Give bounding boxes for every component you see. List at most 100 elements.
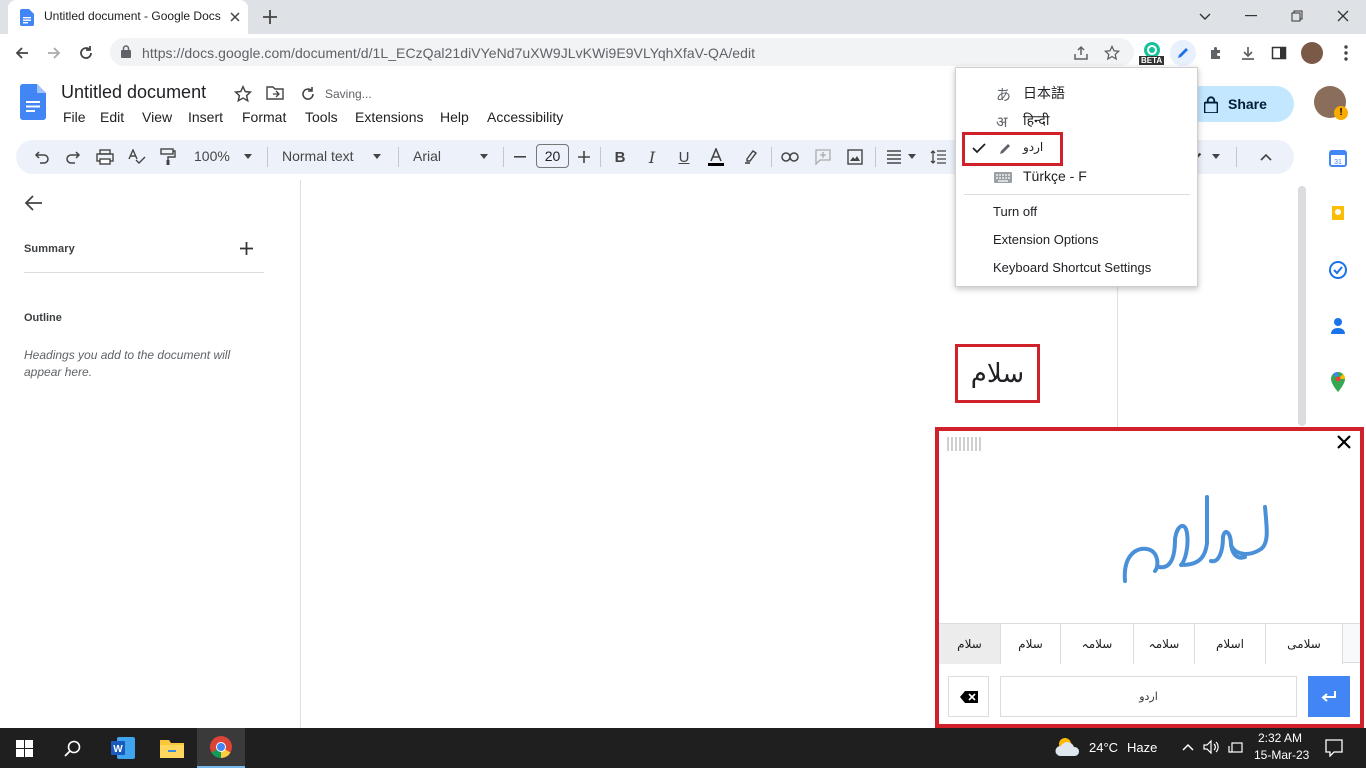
document-title[interactable]: Untitled document	[61, 82, 206, 103]
chevron-down-icon[interactable]	[1212, 154, 1220, 159]
file-explorer-icon[interactable]	[148, 728, 196, 768]
clock-date[interactable]: 15-Mar-23	[1254, 748, 1309, 762]
chevron-up-icon[interactable]	[1182, 743, 1194, 751]
weather-icon[interactable]	[1054, 736, 1082, 758]
hide-menus-chevron-up-icon[interactable]	[1256, 147, 1276, 167]
download-icon[interactable]	[1235, 40, 1261, 66]
side-panel-icon[interactable]	[1266, 40, 1292, 66]
line-spacing-icon[interactable]	[928, 147, 948, 167]
keep-icon[interactable]	[1328, 204, 1348, 224]
style-select[interactable]: Normal text	[282, 148, 354, 164]
menu-help[interactable]: Help	[440, 109, 469, 125]
candidate-option[interactable]: سلام	[939, 624, 1001, 664]
menu-file[interactable]: File	[63, 109, 86, 125]
lock-icon[interactable]	[121, 45, 131, 58]
weather-condition[interactable]: Haze	[1127, 740, 1157, 755]
add-comment-icon[interactable]	[813, 147, 833, 167]
turn-off-option[interactable]: Turn off	[993, 204, 1037, 219]
space-bar[interactable]: اردو	[1000, 676, 1297, 717]
minimize-icon[interactable]	[1228, 0, 1274, 32]
document-scrollbar[interactable]	[1298, 186, 1306, 426]
chevron-down-icon[interactable]	[373, 154, 381, 159]
insert-image-icon[interactable]	[845, 147, 865, 167]
share-page-icon[interactable]	[1068, 40, 1094, 66]
paint-format-icon[interactable]	[158, 147, 178, 167]
forward-icon[interactable]	[42, 41, 66, 65]
extension-options-option[interactable]: Extension Options	[993, 232, 1099, 247]
font-select[interactable]: Arial	[413, 148, 441, 164]
handwriting-canvas[interactable]	[1115, 487, 1275, 587]
restore-icon[interactable]	[1274, 0, 1320, 32]
chrome-menu-icon[interactable]	[1333, 40, 1359, 66]
volume-icon[interactable]	[1203, 740, 1219, 754]
text-color-icon[interactable]	[705, 147, 727, 167]
network-icon[interactable]	[1228, 740, 1244, 754]
extensions-puzzle-icon[interactable]	[1203, 40, 1229, 66]
align-icon[interactable]	[884, 147, 904, 167]
menu-tools[interactable]: Tools	[305, 109, 338, 125]
menu-extensions[interactable]: Extensions	[355, 109, 423, 125]
move-folder-icon[interactable]	[266, 85, 284, 101]
candidate-option[interactable]: سلامی	[1266, 624, 1343, 664]
italic-icon[interactable]: I	[643, 147, 661, 167]
menu-view[interactable]: View	[142, 109, 172, 125]
menu-edit[interactable]: Edit	[100, 109, 124, 125]
language-option-japanese[interactable]: あ 日本語	[956, 78, 1199, 106]
back-icon[interactable]	[10, 41, 34, 65]
reload-icon[interactable]	[74, 41, 98, 65]
maps-icon[interactable]	[1328, 372, 1348, 392]
menu-accessibility[interactable]: Accessibility	[487, 109, 563, 125]
word-app-icon[interactable]: W	[99, 728, 147, 768]
google-docs-logo-icon[interactable]	[20, 84, 46, 120]
tasks-icon[interactable]	[1328, 260, 1348, 280]
zoom-select[interactable]: 100%	[194, 148, 230, 164]
drag-handle[interactable]	[947, 437, 983, 451]
font-size-input[interactable]: 20	[536, 144, 569, 168]
decrease-font-size-icon[interactable]	[512, 147, 528, 167]
candidate-option[interactable]: سلام	[1001, 624, 1061, 664]
underline-icon[interactable]: U	[675, 147, 693, 167]
close-window-icon[interactable]	[1320, 0, 1366, 32]
browser-tab[interactable]: Untitled document - Google Docs	[8, 0, 248, 34]
close-tab-icon[interactable]	[226, 8, 244, 26]
bookmark-star-icon[interactable]	[1099, 40, 1125, 66]
print-icon[interactable]	[95, 147, 115, 167]
spellcheck-icon[interactable]	[127, 147, 147, 167]
calendar-icon[interactable]: 31	[1328, 148, 1348, 168]
redo-icon[interactable]	[63, 147, 83, 167]
chrome-app-icon[interactable]	[197, 728, 245, 768]
tab-search-icon[interactable]	[1182, 0, 1228, 32]
add-summary-icon[interactable]	[240, 242, 253, 255]
input-tools-pencil-icon[interactable]	[1170, 40, 1196, 66]
new-tab-icon[interactable]	[260, 7, 280, 27]
chevron-down-icon[interactable]	[244, 154, 252, 159]
menu-insert[interactable]: Insert	[188, 109, 223, 125]
increase-font-size-icon[interactable]	[576, 147, 592, 167]
candidate-option[interactable]: سلامہ	[1061, 624, 1134, 664]
highlight-color-icon[interactable]	[741, 147, 761, 167]
contacts-icon[interactable]	[1328, 316, 1348, 336]
backspace-button[interactable]	[948, 676, 989, 717]
windows-start-icon[interactable]	[0, 728, 48, 768]
enter-button[interactable]	[1308, 676, 1350, 717]
language-option-hindi[interactable]: अ हिन्दी	[956, 106, 1199, 134]
profile-avatar[interactable]	[1299, 40, 1325, 66]
chevron-down-icon[interactable]	[480, 154, 488, 159]
star-document-icon[interactable]	[234, 85, 252, 103]
share-button[interactable]: Share	[1184, 86, 1294, 122]
candidate-option[interactable]: سلامہ	[1134, 624, 1195, 664]
language-option-turkish[interactable]: Türkçe - F	[956, 163, 1199, 191]
weather-temperature[interactable]: 24°C	[1089, 740, 1118, 755]
insert-link-icon[interactable]	[780, 147, 800, 167]
menu-format[interactable]: Format	[242, 109, 286, 125]
undo-icon[interactable]	[32, 147, 52, 167]
keyboard-shortcut-settings-option[interactable]: Keyboard Shortcut Settings	[993, 260, 1151, 275]
clock-time[interactable]: 2:32 AM	[1258, 731, 1302, 745]
url-text[interactable]: https://docs.google.com/document/d/1L_EC…	[142, 45, 755, 61]
search-icon[interactable]	[48, 728, 96, 768]
close-icon[interactable]	[1337, 435, 1351, 449]
back-arrow-icon[interactable]	[24, 193, 44, 213]
notifications-icon[interactable]	[1325, 739, 1343, 757]
bold-icon[interactable]: B	[611, 147, 629, 167]
chevron-down-icon[interactable]	[908, 154, 916, 159]
